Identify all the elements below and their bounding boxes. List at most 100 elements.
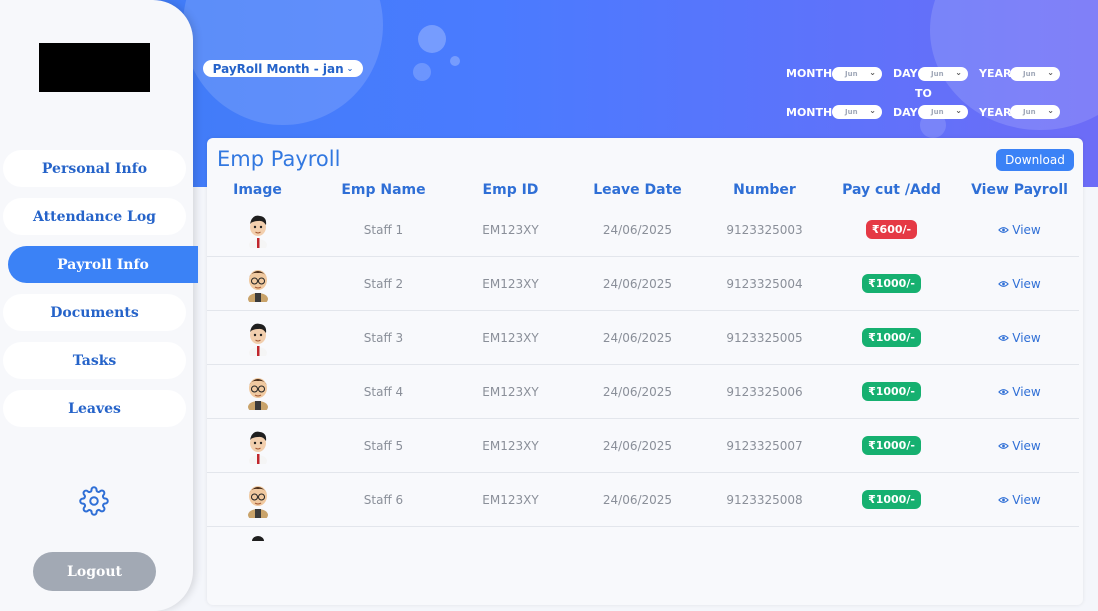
emp-name-cell: Staff 5 [363,438,404,453]
view-payroll-link[interactable]: View [998,330,1041,345]
sidebar-item-label: Attendance Log [33,208,156,225]
emp-id-cell: EM123XY [482,492,539,507]
chevron-down-icon: ⌄ [955,106,962,115]
pay-cell: ₹600/- [828,203,955,256]
view-cell: View [956,257,1083,310]
to-year-value: Jun [1023,108,1036,116]
column-header-view-payroll: View Payroll [971,182,1068,198]
view-cell: View [956,365,1083,418]
avatar-cell [207,473,321,526]
avatar [248,323,267,356]
from-year-select[interactable]: Jun ⌄ [1010,67,1060,81]
sidebar: Personal Info Attendance Log Payroll Inf… [0,0,198,611]
sidebar-item-label: Leaves [68,400,121,417]
column-header-image: Image [233,182,282,198]
to-day-label: DAY [893,106,918,119]
avatar-cell [207,203,321,256]
sidebar-item-personal-info[interactable]: Personal Info [3,150,186,187]
emp-name-cell: Staff 3 [363,330,404,345]
to-year-select[interactable]: Jun ⌄ [1010,105,1060,119]
pay-cell: ₹1000/- [828,311,955,364]
to-label: TO [915,87,932,100]
view-payroll-link[interactable]: View [998,384,1041,399]
payroll-card: Emp Payroll Download Image Emp Name Emp … [207,138,1083,605]
emp-id-cell: EM123XY [482,330,539,345]
column-header-number: Number [733,182,796,198]
view-cell: View [956,311,1083,364]
sidebar-item-attendance-log[interactable]: Attendance Log [3,198,186,235]
view-label: View [1012,330,1041,345]
view-payroll-link[interactable]: View [998,492,1041,507]
view-label: View [1012,438,1041,453]
column-header-emp-id: Emp ID [482,182,539,198]
view-label: View [1012,276,1041,291]
from-day-label: DAY [893,67,918,80]
from-day-select[interactable]: Jun ⌄ [918,67,968,81]
download-label: Download [1005,153,1065,167]
avatar [248,215,267,248]
view-payroll-link[interactable]: View [998,222,1041,237]
eye-icon [998,442,1010,449]
logout-label: Logout [67,563,122,580]
emp-name-cell: Staff 6 [363,492,404,507]
leave-date-cell: 24/06/2025 [602,384,673,399]
chevron-down-icon: ⌄ [955,68,962,77]
from-month-value: Jun [845,70,858,78]
gear-icon[interactable] [79,486,109,516]
sidebar-item-payroll-info[interactable]: Payroll Info [8,246,198,283]
payroll-month-select[interactable]: PayRoll Month - jan ⌄ [203,60,363,77]
from-year-label: YEAR [979,67,1012,80]
avatar [247,485,268,518]
pay-cell: ₹1000/- [828,257,955,310]
leave-date-cell: 24/06/2025 [602,222,673,237]
logout-button[interactable]: Logout [33,552,156,591]
emp-id-cell: EM123XY [482,384,539,399]
column-header-pay-cut-add: Pay cut /Add [842,182,941,198]
leave-date-cell: 24/06/2025 [602,330,673,345]
avatar-cell [207,257,321,310]
view-label: View [1012,222,1041,237]
view-label: View [1012,384,1041,399]
pay-badge: ₹600/- [865,220,918,239]
sidebar-item-leaves[interactable]: Leaves [3,390,186,427]
from-year-value: Jun [1023,70,1036,78]
pay-badge: ₹1000/- [862,274,921,293]
emp-id-cell: EM123XY [482,222,539,237]
column-header-emp-name: Emp Name [341,182,426,198]
sidebar-item-label: Personal Info [41,160,148,177]
pay-cell: ₹1000/- [828,473,955,526]
emp-name-cell: Staff 2 [363,276,404,291]
download-button[interactable]: Download [996,149,1074,171]
sidebar-item-label: Tasks [72,352,117,369]
sidebar-item-tasks[interactable]: Tasks [3,342,186,379]
to-month-select[interactable]: Jun ⌄ [832,105,882,119]
avatar [247,377,268,410]
chevron-down-icon: ⌄ [1047,68,1054,77]
pay-badge: ₹1000/- [862,382,921,401]
from-day-value: Jun [931,70,944,78]
view-payroll-link[interactable]: View [998,438,1041,453]
chevron-down-icon: ⌄ [1047,106,1054,115]
table-row: Staff 2 EM123XY 24/06/2025 9123325004 ₹1000/… [207,257,1079,311]
emp-id-cell: EM123XY [482,276,539,291]
eye-icon [998,496,1010,503]
table-row: Staff 1 EM123XY 24/06/2025 9123325003 ₹600/-… [207,203,1079,257]
eye-icon [998,334,1010,341]
number-cell: 9123325006 [726,384,803,399]
number-cell: 9123325003 [726,222,803,237]
sidebar-item-documents[interactable]: Documents [3,294,186,331]
from-month-select[interactable]: Jun ⌄ [832,67,882,81]
emp-id-cell: EM123XY [482,438,539,453]
leave-date-cell: 24/06/2025 [602,438,673,453]
chevron-down-icon: ⌄ [869,68,876,77]
eye-icon [998,388,1010,395]
decor-bubble [418,25,446,53]
view-label: View [1012,492,1041,507]
view-payroll-link[interactable]: View [998,276,1041,291]
pay-cell: ₹1000/- [828,365,955,418]
avatar [247,269,268,302]
sidebar-item-label: Documents [50,304,139,321]
avatar-cell [207,419,321,472]
table-row: Staff 6 EM123XY 24/06/2025 9123325008 ₹1000/… [207,473,1079,527]
to-day-select[interactable]: Jun ⌄ [918,105,968,119]
